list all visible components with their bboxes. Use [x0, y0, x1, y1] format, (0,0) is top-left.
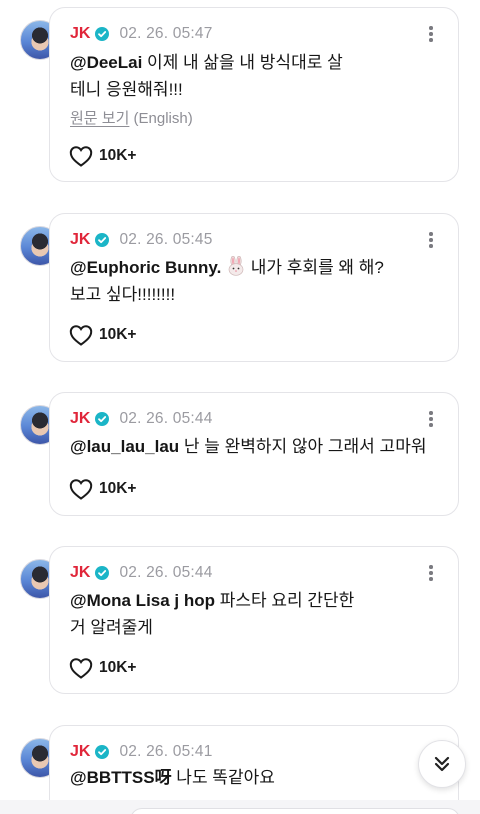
author-name[interactable]: JK [70, 231, 90, 249]
like-count: 10K+ [99, 326, 137, 343]
mention[interactable]: @DeeLai [70, 53, 142, 72]
post-bubble: JK 02. 26. 05:44 @Mona Lisa j hop 파스타 요리… [49, 546, 459, 694]
author-name[interactable]: JK [70, 410, 90, 428]
timestamp: 02. 26. 05:41 [119, 743, 213, 760]
scroll-to-bottom-button[interactable] [418, 740, 466, 788]
like-count: 10K+ [99, 480, 137, 497]
more-vertical-icon[interactable] [428, 232, 434, 248]
post-bubble: JK 02. 26. 05:45 @Euphoric Bunny. 내가 후회를… [49, 213, 459, 362]
post-header: JK 02. 26. 05:41 [70, 741, 213, 763]
post-text-line2: 거 알려줄게 [70, 618, 153, 637]
post-header: JK 02. 26. 05:44 [70, 562, 213, 584]
like-button[interactable]: 10K+ [69, 145, 137, 167]
post-text: @lau_lau_lau 난 늘 완벽하지 않아 그래서 고마워 [70, 433, 450, 460]
mention[interactable]: @lau_lau_lau [70, 437, 179, 456]
like-button[interactable]: 10K+ [69, 478, 137, 500]
post-text-line1: 나도 똑같아요 [171, 768, 275, 787]
post-text: @Mona Lisa j hop 파스타 요리 간단한 거 알려줄게 [70, 587, 410, 641]
post-text-line1: 내가 후회를 왜 해? [246, 258, 384, 277]
like-button[interactable]: 10K+ [69, 324, 137, 346]
original-language: (English) [129, 110, 193, 127]
author-name[interactable]: JK [70, 25, 90, 43]
heart-icon[interactable] [69, 324, 93, 346]
view-original-link[interactable]: 원문 보기 [70, 110, 129, 127]
post-text: @DeeLai 이제 내 삶을 내 방식대로 살 테니 응원해줘!!! [70, 49, 410, 103]
post-text-line2: 테니 응원해줘!!! [70, 80, 183, 99]
like-count: 10K+ [99, 147, 137, 164]
post-text-line2: 보고 싶다!!!!!!!! [70, 285, 176, 304]
timestamp: 02. 26. 05:47 [119, 25, 213, 42]
timestamp: 02. 26. 05:44 [119, 564, 213, 581]
timestamp: 02. 26. 05:45 [119, 231, 213, 248]
post-header: JK 02. 26. 05:47 [70, 23, 213, 45]
post-text-line1: 이제 내 삶을 내 방식대로 살 [142, 53, 343, 72]
like-button[interactable]: 10K+ [69, 657, 137, 679]
more-vertical-icon[interactable] [428, 26, 434, 42]
timestamp: 02. 26. 05:44 [119, 410, 213, 427]
more-vertical-icon[interactable] [428, 565, 434, 581]
author-name[interactable]: JK [70, 743, 90, 761]
post-text: @Euphoric Bunny. 내가 후회를 왜 해? 보고 싶다!!!!!!… [70, 254, 410, 308]
verified-badge-icon [95, 566, 110, 580]
mention[interactable]: @Euphoric Bunny. [70, 258, 221, 277]
verified-badge-icon [95, 412, 110, 426]
mention[interactable]: @Mona Lisa j hop [70, 591, 215, 610]
verified-badge-icon [95, 233, 110, 247]
mention[interactable]: @BBTTSS呀 [70, 768, 172, 787]
post-header: JK 02. 26. 05:44 [70, 408, 213, 430]
post-bubble: JK 02. 26. 05:47 @DeeLai 이제 내 삶을 내 방식대로 … [49, 7, 459, 182]
rabbit-face-emoji [228, 256, 244, 276]
more-vertical-icon[interactable] [428, 411, 434, 427]
heart-icon[interactable] [69, 478, 93, 500]
post-bubble: JK 02. 26. 05:44 @lau_lau_lau 난 늘 완벽하지 않… [49, 392, 459, 516]
post-text-line1: 난 늘 완벽하지 않아 그래서 고마워 [179, 437, 427, 456]
heart-icon[interactable] [69, 657, 93, 679]
comment-input-bar[interactable] [130, 808, 460, 814]
author-name[interactable]: JK [70, 564, 90, 582]
translate-toggle[interactable]: 원문 보기 (English) [70, 107, 193, 128]
post-text-line1: 파스타 요리 간단한 [215, 591, 355, 610]
heart-icon[interactable] [69, 145, 93, 167]
verified-badge-icon [95, 745, 110, 759]
verified-badge-icon [95, 27, 110, 41]
post-header: JK 02. 26. 05:45 [70, 229, 213, 251]
chevron-double-down-icon[interactable] [431, 753, 453, 775]
post-text: @BBTTSS呀 나도 똑같아요 [70, 764, 410, 791]
like-count: 10K+ [99, 659, 137, 676]
